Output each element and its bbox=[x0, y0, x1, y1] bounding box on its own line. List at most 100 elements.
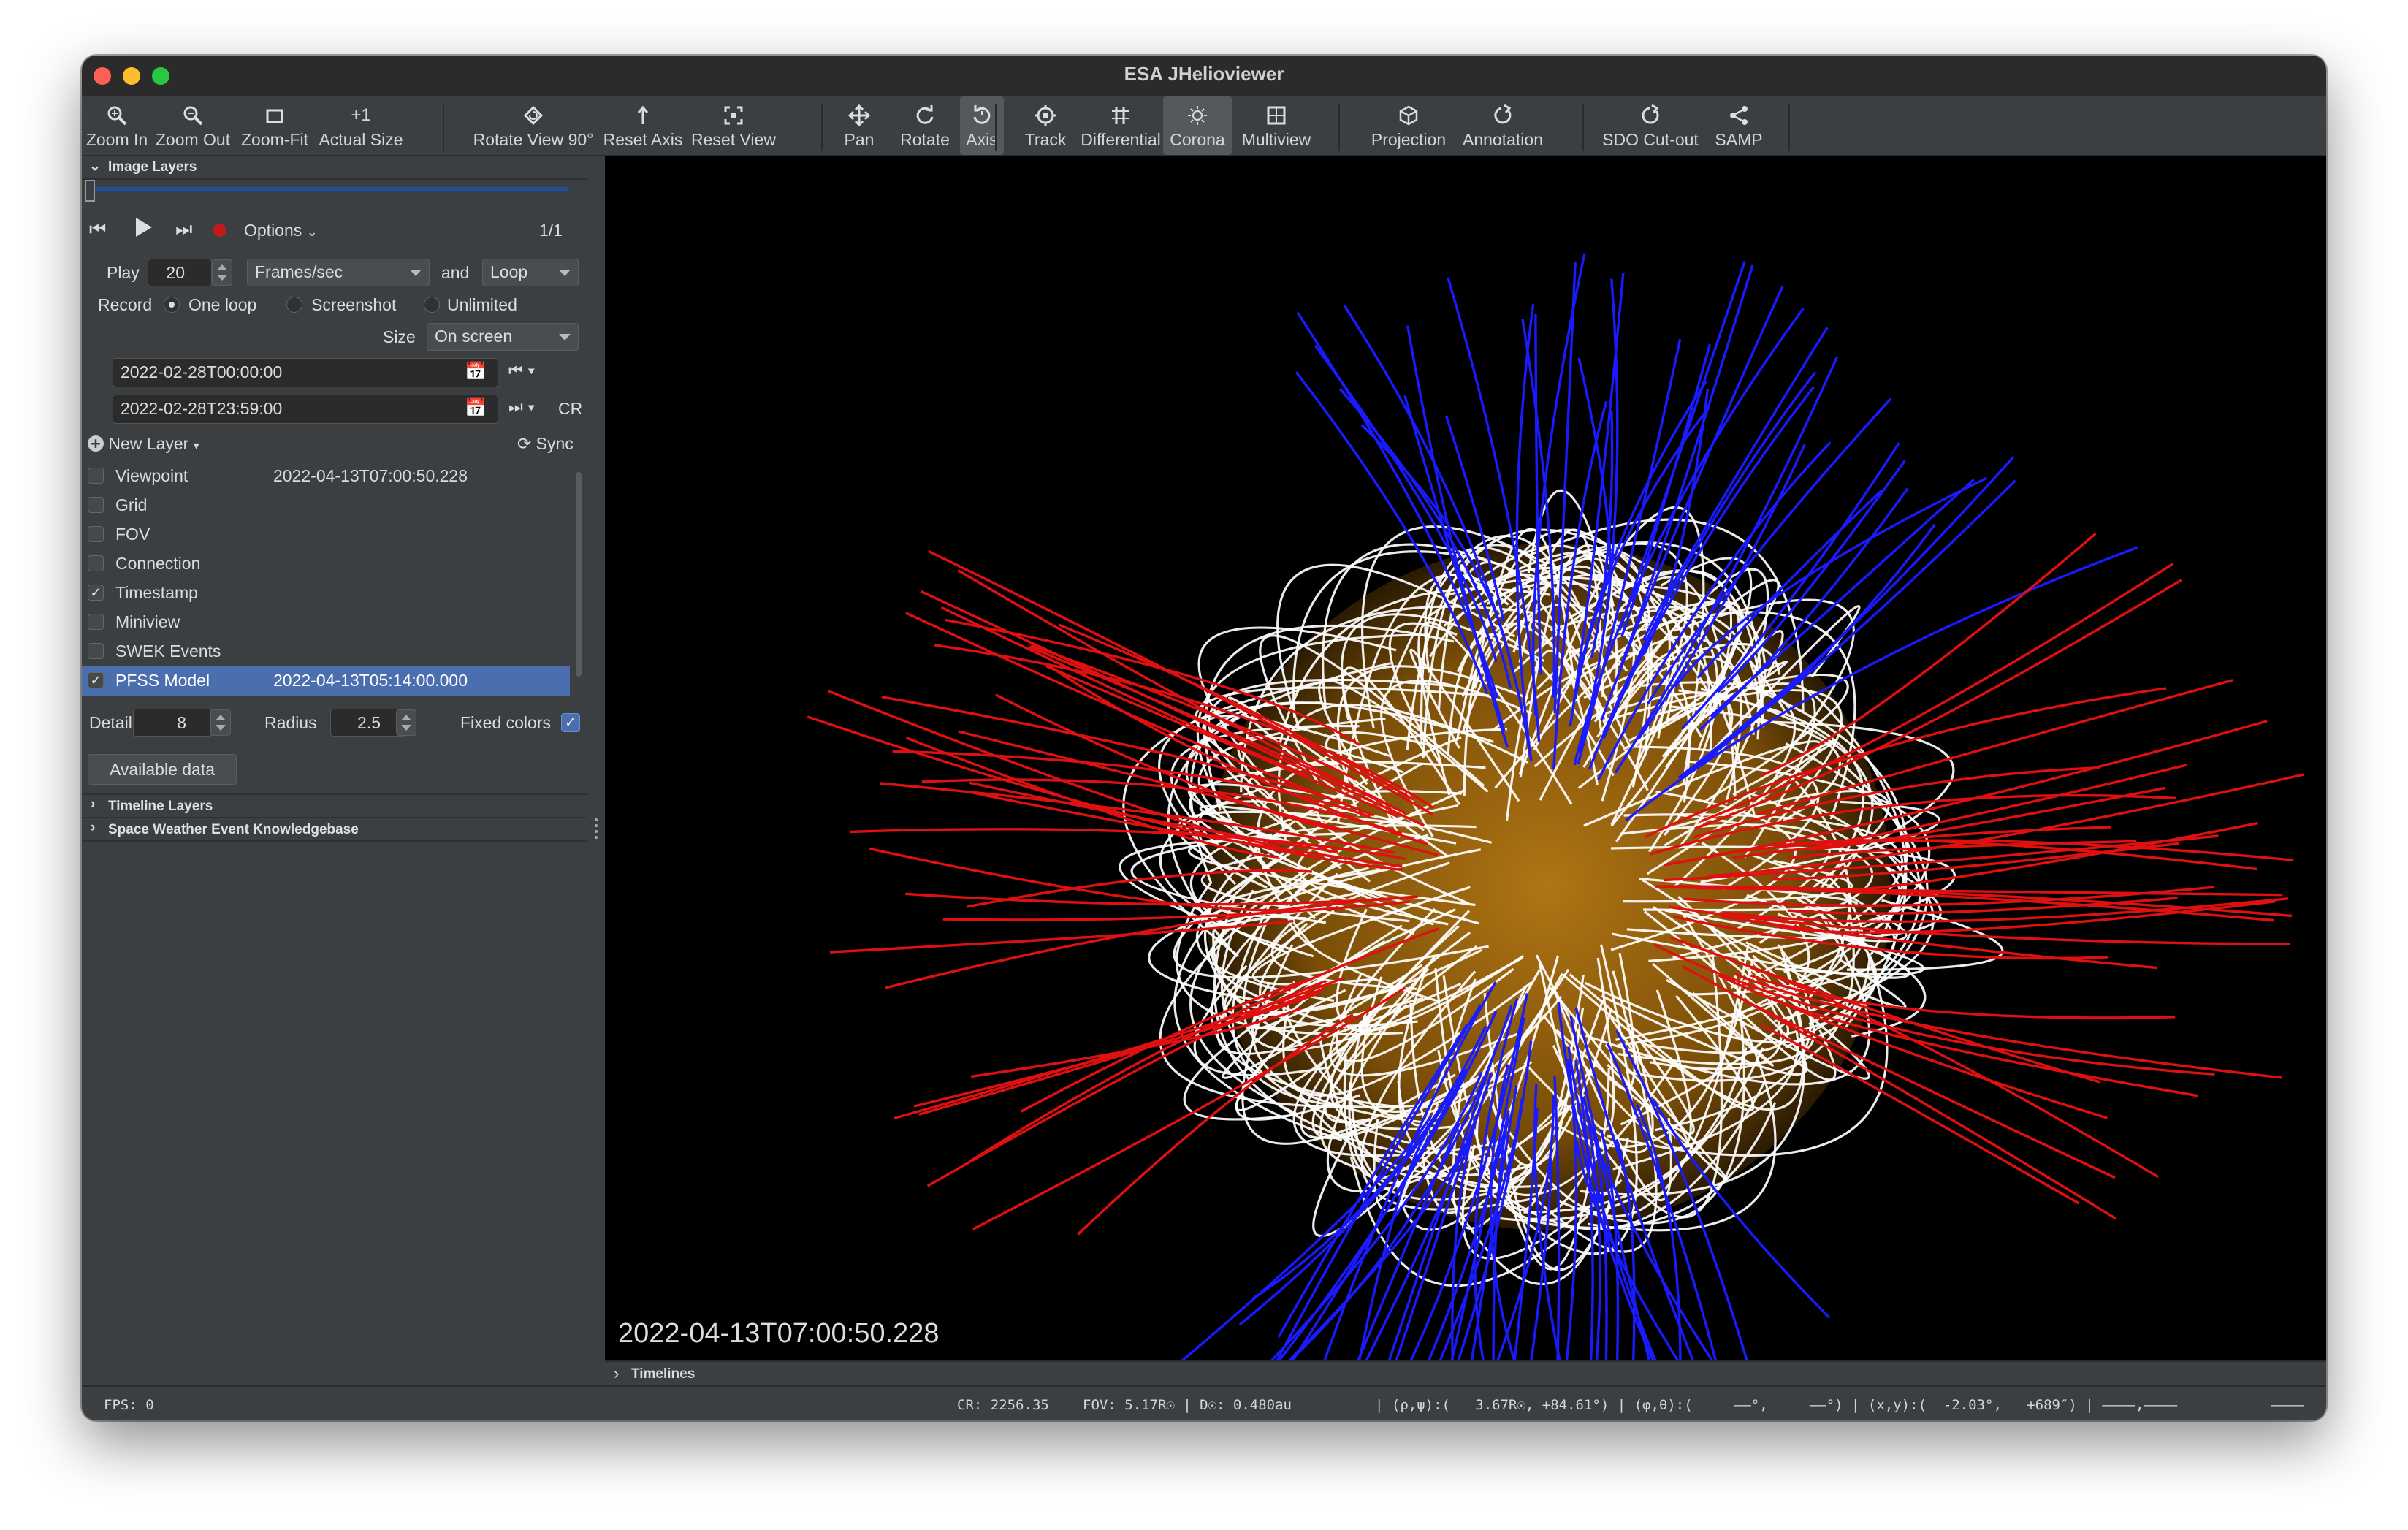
sync-label: Sync bbox=[536, 434, 574, 453]
rotate-view-button[interactable]: Rotate View 90° bbox=[470, 96, 596, 155]
multiview-button[interactable]: Multiview bbox=[1236, 96, 1317, 155]
available-data-button[interactable]: Available data bbox=[88, 754, 237, 785]
differential-label: Differential bbox=[1081, 130, 1161, 149]
radius-stepper[interactable] bbox=[396, 709, 416, 736]
zoom-in-icon bbox=[102, 101, 132, 130]
layer-row-grid[interactable]: Grid bbox=[82, 491, 576, 520]
skip-to-start-icon[interactable]: ⏮ ▾ bbox=[508, 361, 536, 380]
loop-mode-select[interactable]: Loop bbox=[482, 259, 579, 286]
corona-label: Corona bbox=[1170, 130, 1225, 149]
coordinate-readout: | (ρ,ψ):( 3.67R☉, +84.61°) | (φ,θ):( ––°… bbox=[1375, 1397, 2178, 1413]
new-layer-button[interactable]: + New Layer ▾ bbox=[88, 434, 199, 454]
layer-row-connection[interactable]: Connection bbox=[82, 549, 576, 579]
corona-button[interactable]: Corona bbox=[1163, 96, 1232, 155]
record-one-loop-radio[interactable] bbox=[164, 297, 180, 313]
layer-checkbox-checked[interactable]: ✓ bbox=[88, 672, 104, 688]
calendar-icon[interactable]: 📅 bbox=[465, 397, 487, 419]
track-button[interactable]: Track bbox=[1018, 96, 1072, 155]
reset-view-button[interactable]: Reset View bbox=[688, 96, 779, 155]
layer-checkbox[interactable] bbox=[88, 614, 104, 630]
sidebar-splitter[interactable] bbox=[587, 156, 605, 1384]
chevron-right-icon: › bbox=[91, 820, 96, 835]
start-time-field[interactable]: 2022-02-28T00:00:00 bbox=[113, 358, 498, 387]
timeline-layers-title: Timeline Layers bbox=[108, 799, 213, 814]
step-forward-icon[interactable]: ⏭ bbox=[175, 218, 192, 241]
corona-icon bbox=[1183, 101, 1212, 130]
layer-row-swek-events[interactable]: SWEK Events bbox=[82, 637, 576, 666]
play-icon[interactable] bbox=[134, 216, 153, 243]
samp-button[interactable]: SAMP bbox=[1708, 96, 1769, 155]
and-label: and bbox=[441, 263, 470, 282]
chevron-down-icon: ⌄ bbox=[89, 159, 101, 174]
layer-time: 2022-04-13T07:00:50.228 bbox=[273, 466, 468, 485]
detail-label: Detail bbox=[89, 713, 132, 732]
solar-viewer-canvas[interactable]: 2022-04-13T07:00:50.228 bbox=[605, 156, 2326, 1360]
size-select[interactable]: On screen bbox=[427, 323, 579, 351]
layer-list-scrollbar[interactable] bbox=[576, 472, 582, 677]
layer-checkbox[interactable] bbox=[88, 643, 104, 659]
record-unlimited-radio[interactable] bbox=[424, 297, 440, 313]
layer-row-fov[interactable]: FOV bbox=[82, 520, 576, 549]
record-screenshot-label: Screenshot bbox=[311, 295, 397, 314]
projection-button[interactable]: Projection bbox=[1365, 96, 1452, 155]
reset-axis-icon bbox=[628, 101, 658, 130]
annotation-button[interactable]: Annotation bbox=[1455, 96, 1550, 155]
reset-axis-button[interactable]: Reset Axis bbox=[601, 96, 685, 155]
samp-label: SAMP bbox=[1715, 130, 1763, 149]
fps-input[interactable]: 20 bbox=[148, 259, 212, 286]
rotate-button[interactable]: Rotate bbox=[894, 96, 956, 155]
skip-to-end-icon[interactable]: ⏭ ▾ bbox=[508, 397, 536, 416]
record-icon[interactable] bbox=[213, 224, 226, 237]
options-dropdown[interactable]: Options ⌄ bbox=[244, 221, 318, 240]
differential-button[interactable]: Differential bbox=[1075, 96, 1166, 155]
radius-input[interactable]: 2.5 bbox=[330, 709, 406, 737]
zoom-out-icon bbox=[178, 101, 207, 130]
layer-row-miniview[interactable]: Miniview bbox=[82, 608, 576, 637]
zoom-out-button[interactable]: Zoom Out bbox=[152, 96, 234, 155]
sdo-cutout-button[interactable]: SDO Cut-out bbox=[1596, 96, 1705, 155]
actual-size-icon: +1 bbox=[351, 105, 371, 125]
image-layers-header[interactable]: ⌄ Image Layers bbox=[82, 156, 587, 180]
actual-size-label: Actual Size bbox=[319, 130, 403, 149]
fps-stepper[interactable] bbox=[212, 259, 232, 286]
layer-row-timestamp[interactable]: ✓ Timestamp bbox=[82, 579, 576, 608]
carrington-rotation-button[interactable]: CR bbox=[558, 399, 582, 419]
fixed-colors-checkbox[interactable]: ✓ bbox=[561, 713, 580, 732]
time-slider-thumb[interactable] bbox=[85, 180, 95, 202]
multiview-label: Multiview bbox=[1241, 130, 1311, 149]
layer-row-pfss-model[interactable]: ✓ PFSS Model 2022-04-13T05:14:00.000 bbox=[82, 666, 570, 696]
end-time-field[interactable]: 2022-02-28T23:59:00 bbox=[113, 395, 498, 424]
sdo-cutout-label: SDO Cut-out bbox=[1602, 130, 1699, 149]
layer-row-viewpoint[interactable]: Viewpoint 2022-04-13T07:00:50.228 bbox=[82, 462, 576, 491]
calendar-icon[interactable]: 📅 bbox=[465, 361, 487, 382]
timeline-layers-header[interactable]: › Timeline Layers bbox=[82, 793, 587, 818]
toolbar-separator bbox=[995, 104, 997, 151]
layer-checkbox[interactable] bbox=[88, 468, 104, 484]
time-slider-track[interactable] bbox=[89, 187, 568, 191]
record-label: Record bbox=[98, 295, 153, 314]
chevron-right-icon: › bbox=[614, 1364, 620, 1382]
pan-button[interactable]: Pan bbox=[830, 96, 888, 155]
reset-view-icon bbox=[719, 101, 748, 130]
actual-size-button[interactable]: +1 Actual Size bbox=[316, 96, 406, 155]
status-bar: FPS: 0 CR: 2256.35 FOV: 5.17R☉ | D☉: 0.4… bbox=[82, 1385, 2326, 1420]
detail-input[interactable]: 8 bbox=[133, 709, 212, 737]
fps-readout: FPS: 0 bbox=[104, 1397, 154, 1413]
detail-stepper[interactable] bbox=[210, 709, 231, 736]
layer-checkbox[interactable] bbox=[88, 497, 104, 513]
sync-button[interactable]: ⟳ Sync bbox=[517, 434, 574, 454]
zoom-in-button[interactable]: Zoom In bbox=[85, 96, 149, 155]
layer-checkbox[interactable] bbox=[88, 526, 104, 542]
record-screenshot-radio[interactable] bbox=[286, 297, 302, 313]
multiview-icon bbox=[1262, 101, 1291, 130]
fps-unit-select[interactable]: Frames/sec bbox=[247, 259, 430, 286]
step-back-icon[interactable]: ⏮ bbox=[89, 218, 106, 241]
axis-button[interactable]: Axis bbox=[960, 96, 1004, 155]
layer-checkbox-checked[interactable]: ✓ bbox=[88, 585, 104, 601]
swek-header[interactable]: › Space Weather Event Knowledgebase bbox=[82, 818, 587, 842]
zoom-fit-button[interactable]: Zoom-Fit bbox=[237, 96, 313, 155]
end-time-value: 2022-02-28T23:59:00 bbox=[121, 399, 283, 418]
timelines-header[interactable]: › Timelines bbox=[605, 1360, 2326, 1387]
layer-checkbox[interactable] bbox=[88, 555, 104, 571]
layer-name: SWEK Events bbox=[115, 642, 221, 661]
